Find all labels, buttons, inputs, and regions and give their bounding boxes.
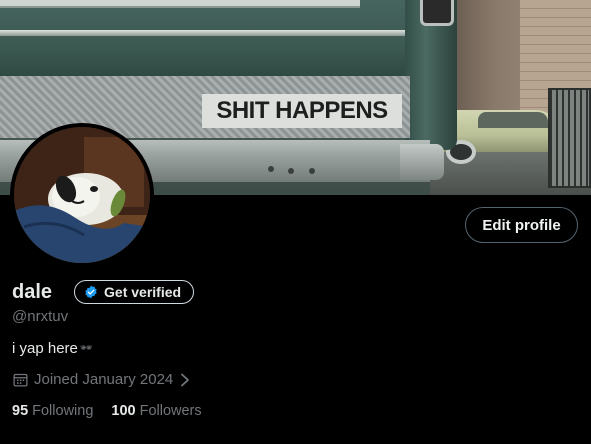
banner-car-window [478, 112, 548, 128]
verified-badge-icon [85, 285, 97, 299]
chevron-right-icon [181, 373, 190, 386]
follow-stats: 95 Following 100 Followers [12, 403, 202, 419]
calendar-icon [13, 373, 28, 387]
followers-label: Followers [139, 403, 202, 419]
snoopy-sleeping-avatar-icon [14, 127, 150, 263]
display-name: dale [12, 280, 53, 303]
banner-truck-body [0, 0, 420, 78]
avatar[interactable] [10, 123, 154, 267]
following-count: 95 [12, 403, 29, 419]
joined-date[interactable]: Joined January 2024 [12, 371, 191, 388]
banner-truck-trim [0, 30, 420, 36]
bio: i yap here 🕶 [12, 340, 93, 357]
joined-label: Joined January 2024 [34, 371, 174, 388]
followers-link[interactable]: 100 Followers [111, 403, 201, 419]
banner-bumper-bolt [288, 168, 294, 174]
banner-trash-bin [548, 88, 591, 188]
following-link[interactable]: 95 Following [12, 403, 93, 419]
bio-text: i yap here [12, 340, 78, 357]
banner-bumper-sticker: SHIT HAPPENS [202, 94, 402, 128]
banner-bumper-bolt [309, 168, 315, 174]
following-label: Following [32, 403, 94, 419]
banner-bumper-end [400, 144, 444, 180]
get-verified-button[interactable]: Get verified [74, 280, 195, 304]
sunglasses-emoji: 🕶 [79, 343, 93, 354]
user-handle: @nrxtuv [12, 308, 69, 325]
banner-bumper-bolt [268, 166, 274, 172]
banner-taillight [420, 0, 454, 26]
followers-count: 100 [111, 403, 136, 419]
name-row: dale Get verified [12, 280, 195, 304]
get-verified-label: Get verified [104, 284, 182, 300]
edit-profile-button[interactable]: Edit profile [465, 207, 578, 243]
banner-truck-stripe [0, 0, 360, 8]
